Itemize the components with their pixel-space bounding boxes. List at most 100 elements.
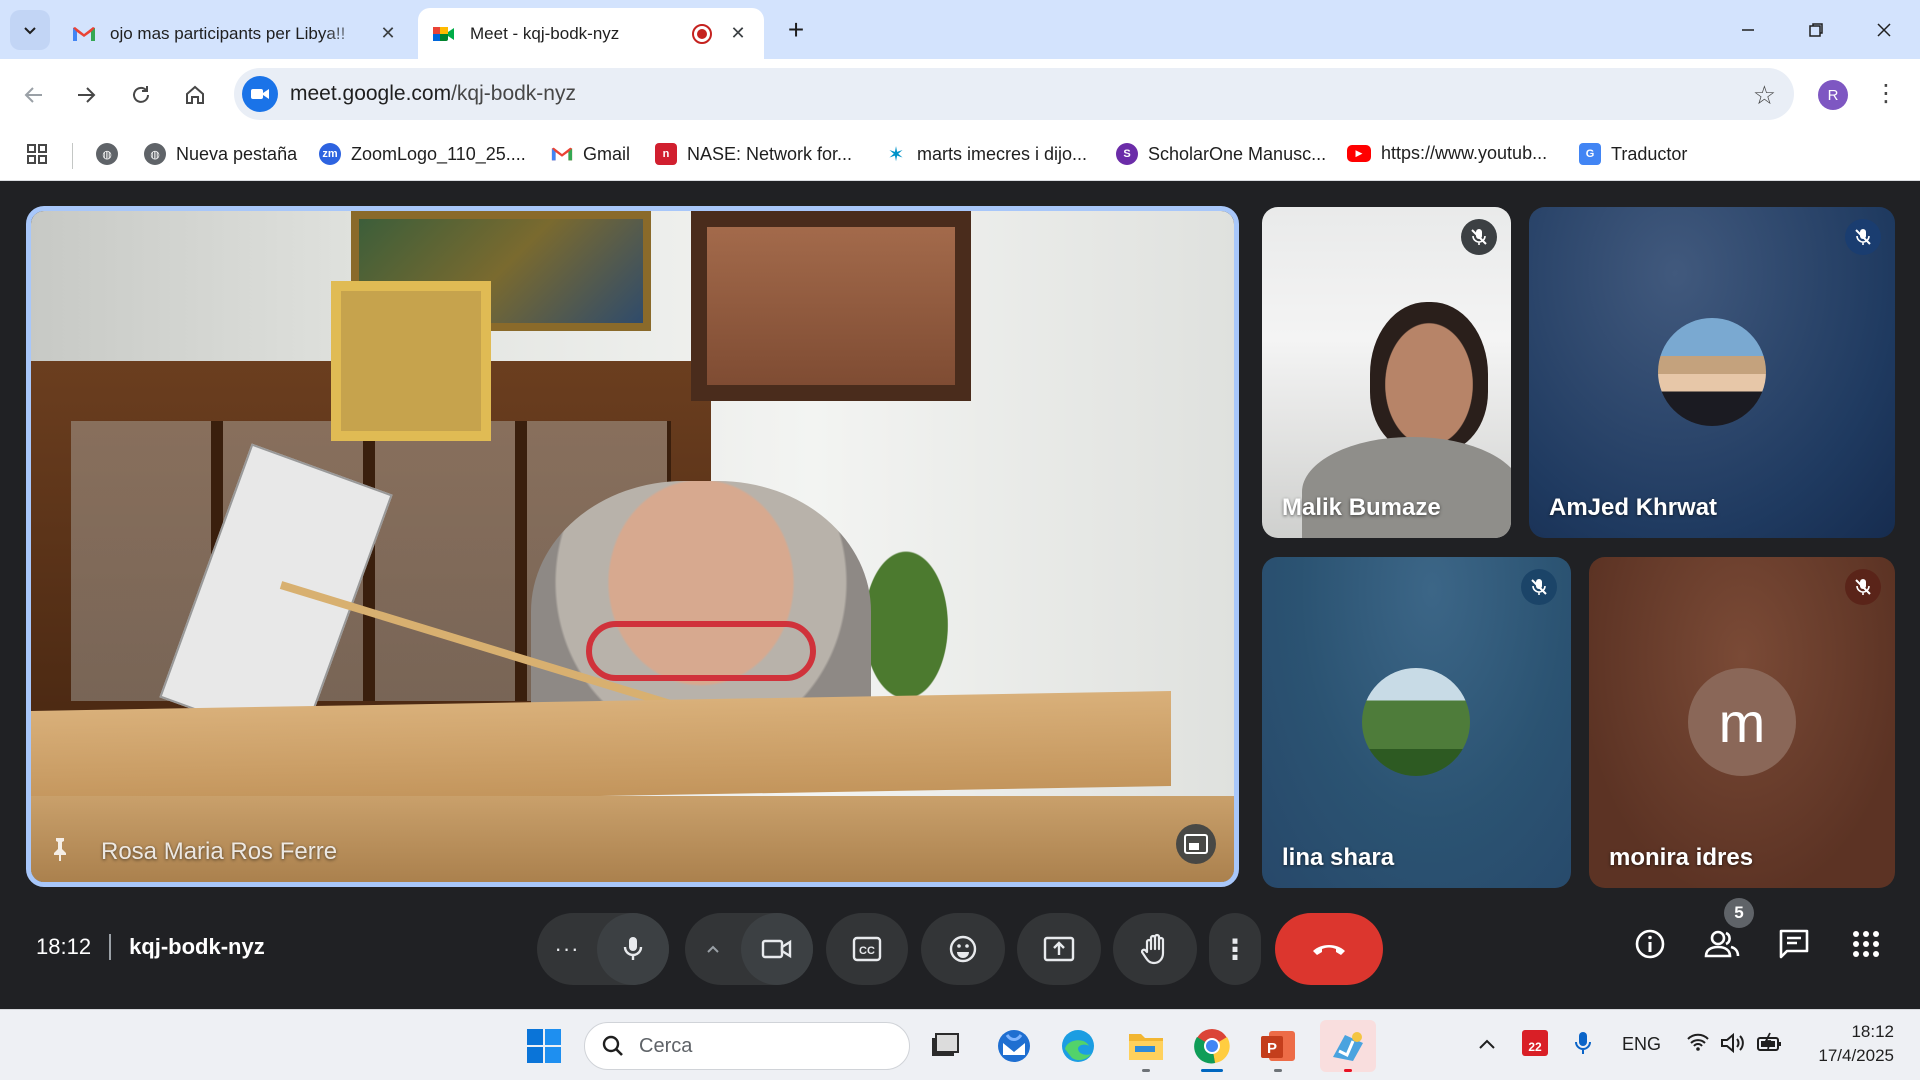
fullscreen-icon[interactable] <box>1176 824 1216 864</box>
meeting-details-button[interactable] <box>1622 916 1678 972</box>
bookmark-star-icon[interactable]: ☆ <box>1753 80 1776 111</box>
participant-tile[interactable]: m monira idres <box>1589 557 1895 888</box>
raise-hand-button[interactable] <box>1113 913 1197 985</box>
taskbar-app-file-explorer[interactable] <box>1120 1020 1172 1072</box>
close-window-button[interactable] <box>1850 0 1918 59</box>
participant-name: Malik Bumaze <box>1282 494 1441 521</box>
scholarone-icon: S <box>1116 143 1138 165</box>
taskbar-app-chrome[interactable] <box>1186 1020 1238 1072</box>
more-options-button[interactable]: ⋮ <box>1209 913 1261 985</box>
start-button[interactable] <box>518 1020 570 1072</box>
bookmark-item[interactable]: G Traductor <box>1579 143 1687 165</box>
address-bar[interactable]: meet.google.com/kqj-bodk-nyz ☆ <box>234 68 1794 120</box>
restore-button[interactable] <box>1782 0 1850 59</box>
bookmark-item[interactable]: zm ZoomLogo_110_25.... <box>319 143 526 165</box>
reactions-button[interactable] <box>921 913 1005 985</box>
meeting-code: kqj-bodk-nyz <box>129 934 265 959</box>
site-info-button[interactable] <box>242 76 278 112</box>
language-indicator[interactable]: ENG <box>1622 1034 1661 1055</box>
clock-time: 18:12 <box>1851 1022 1894 1041</box>
apps-grid-button[interactable] <box>26 143 48 165</box>
nase-icon: n <box>655 143 677 165</box>
bookmark-label: https://www.youtub... <box>1381 143 1548 163</box>
back-button[interactable] <box>14 75 54 115</box>
volume-icon[interactable] <box>1720 1032 1746 1059</box>
raise-hand-icon <box>1141 933 1165 965</box>
meeting-controls: 18:12 kqj-bodk-nyz ··· CC ⋮ 5 <box>0 898 1920 1009</box>
calendar-tray-icon[interactable]: 22 <box>1522 1030 1548 1056</box>
wifi-icon[interactable] <box>1686 1032 1710 1057</box>
mic-off-icon <box>1845 219 1881 255</box>
battery-icon[interactable] <box>1756 1032 1784 1059</box>
participant-tile[interactable]: AmJed Khrwat <box>1529 207 1895 538</box>
bookmark-item[interactable]: S ScholarOne Manusc... <box>1116 143 1326 165</box>
browser-menu-icon[interactable]: ⋮ <box>1874 79 1898 108</box>
task-view-button[interactable] <box>918 1020 970 1072</box>
pin-icon[interactable] <box>49 836 73 861</box>
chevron-up-icon <box>1479 1039 1495 1049</box>
youtube-icon: ▶ <box>1347 145 1371 162</box>
mic-off-icon <box>1521 569 1557 605</box>
show-hidden-icons-button[interactable] <box>1478 1034 1496 1055</box>
reload-button[interactable] <box>121 75 161 115</box>
close-tab-icon[interactable]: ✕ <box>376 22 400 46</box>
bookmark-item[interactable]: ▶ https://www.youtub... <box>1347 143 1547 164</box>
tab-gmail[interactable]: ojo mas participants per Libya!! ✕ <box>58 8 414 59</box>
avatar <box>1658 318 1766 426</box>
system-clock[interactable]: 18:12 17/4/2025 <box>1802 1020 1894 1068</box>
browser-toolbar: meet.google.com/kqj-bodk-nyz ☆ R ⋮ <box>0 59 1920 131</box>
new-tab-button[interactable]: + <box>778 12 814 48</box>
divider <box>72 143 73 169</box>
running-indicator <box>1142 1069 1150 1072</box>
bookmark-item[interactable]: ✶ marts imecres i dijo... <box>885 143 1087 166</box>
restore-icon <box>1809 22 1823 37</box>
taskbar-app-active[interactable] <box>1320 1020 1376 1072</box>
participant-video <box>1370 302 1488 452</box>
powerpoint-icon: P <box>1261 1031 1295 1061</box>
home-button[interactable] <box>175 75 215 115</box>
hang-up-icon <box>1313 945 1345 955</box>
bookmark-item[interactable]: Gmail <box>551 143 630 165</box>
presenter-video <box>31 211 1234 882</box>
presenter-name: Rosa Maria Ros Ferre <box>101 838 338 865</box>
present-screen-button[interactable] <box>1017 913 1101 985</box>
presenter-tile[interactable]: Rosa Maria Ros Ferre <box>26 206 1239 887</box>
camera-button[interactable] <box>741 913 813 985</box>
bookmark-label: Traductor <box>1611 143 1688 164</box>
avatar-initial: m <box>1718 690 1766 754</box>
participant-name: monira idres <box>1609 844 1754 871</box>
bookmark-item[interactable]: ◍ Nueva pestaña <box>144 143 297 165</box>
participant-tile[interactable]: lina shara <box>1262 557 1571 888</box>
taskbar-app-edge[interactable] <box>1052 1020 1104 1072</box>
bookmark-label: ScholarOne Manusc... <box>1148 143 1327 164</box>
mic-off-icon <box>1845 569 1881 605</box>
close-tab-icon[interactable]: ✕ <box>726 22 750 46</box>
tab-meet[interactable]: Meet - kqj-bodk-nyz ✕ <box>418 8 764 59</box>
bookmark-globe[interactable]: ◍ <box>96 143 128 165</box>
taskbar-search[interactable]: Cerca <box>584 1022 910 1070</box>
chrome-icon <box>1194 1029 1230 1064</box>
chat-button[interactable] <box>1766 916 1822 972</box>
leave-call-button[interactable] <box>1275 913 1383 985</box>
taskbar-app-thunderbird[interactable] <box>988 1020 1040 1072</box>
meeting-info: 18:12 kqj-bodk-nyz <box>36 934 265 960</box>
microphone-tray-icon[interactable] <box>1574 1030 1592 1063</box>
thunderbird-icon <box>998 1030 1030 1062</box>
tab-search-button[interactable] <box>10 10 50 50</box>
audio-options-button[interactable]: ··· <box>537 913 597 985</box>
microphone-button[interactable] <box>597 913 669 985</box>
gmail-icon <box>73 26 95 41</box>
home-icon <box>186 85 204 104</box>
taskbar-app-powerpoint[interactable]: P <box>1252 1020 1304 1072</box>
meet-icon <box>433 26 454 41</box>
video-options-button[interactable] <box>685 913 741 985</box>
forward-button[interactable] <box>66 75 106 115</box>
globe-icon: ◍ <box>144 143 166 165</box>
minimize-button[interactable] <box>1714 0 1782 59</box>
bookmark-item[interactable]: n NASE: Network for... <box>655 143 852 165</box>
recording-icon <box>692 23 712 44</box>
participant-tile[interactable]: Malik Bumaze <box>1262 207 1511 538</box>
activities-button[interactable] <box>1838 916 1894 972</box>
captions-button[interactable]: CC <box>826 913 908 985</box>
profile-avatar[interactable]: R <box>1818 80 1848 110</box>
